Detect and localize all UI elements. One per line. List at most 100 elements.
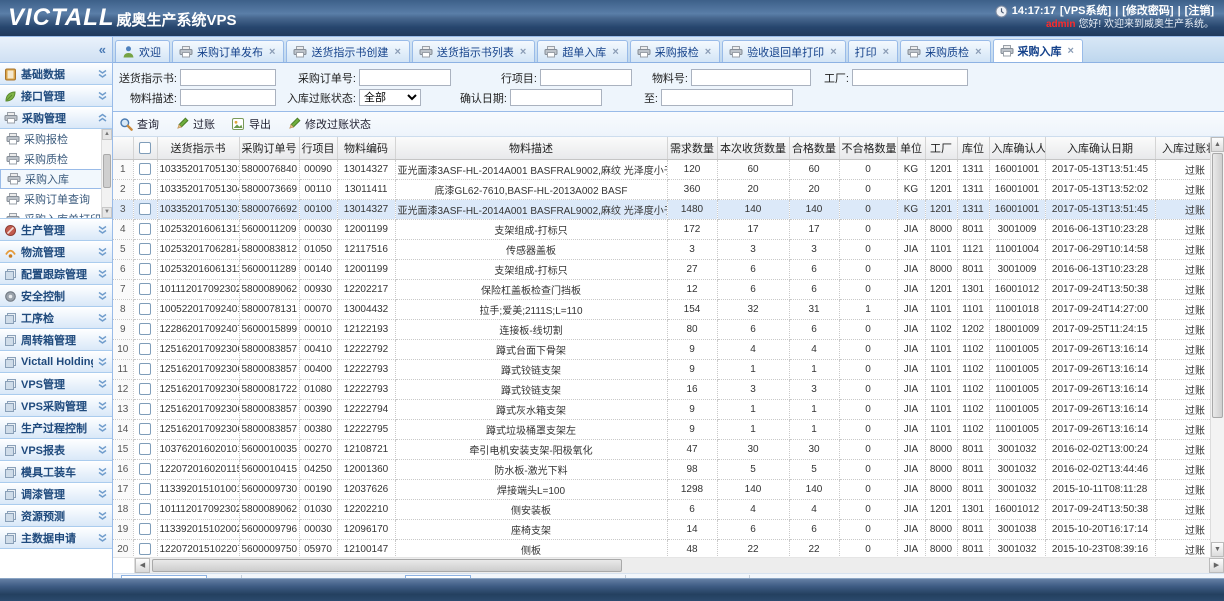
po-number-input[interactable] (359, 69, 451, 86)
table-row[interactable]: 610253201606131156000112890014012001199支… (113, 259, 1224, 279)
sidebar-item-采购质检[interactable]: 采购质检 (0, 149, 112, 169)
link-change-password[interactable]: [修改密码] (1122, 4, 1173, 18)
table-row[interactable]: 1412516201709230658000838570038012222795… (113, 419, 1224, 439)
row-checkbox[interactable] (139, 403, 151, 415)
confirm-date-from-input[interactable] (510, 89, 602, 106)
column-header-库位[interactable]: 库位 (957, 137, 989, 159)
modify-posting-status-button[interactable]: 修改过账状态 (287, 116, 371, 132)
post-button[interactable]: 过账 (175, 116, 215, 132)
row-checkbox[interactable] (139, 383, 151, 395)
row-checkbox[interactable] (139, 423, 151, 435)
table-row[interactable]: 1012516201709230658000838570041012222792… (113, 339, 1224, 359)
column-header-采购订单号[interactable]: 采购订单号 (239, 137, 299, 159)
posting-status-select[interactable]: 全部 (359, 89, 421, 106)
tab-close-icon[interactable]: × (1068, 45, 1074, 57)
column-header-物料描述[interactable]: 物料描述 (395, 137, 667, 159)
row-checkbox[interactable] (139, 543, 151, 555)
column-header-本次收货数量[interactable]: 本次收货数量 (717, 137, 789, 159)
sidebar-item-采购入库[interactable]: 采购入库 (0, 169, 112, 189)
horizontal-scroll-thumb[interactable] (152, 559, 622, 572)
confirm-date-to-input[interactable] (661, 89, 793, 106)
vertical-scroll-thumb[interactable] (1212, 153, 1223, 418)
tab-送货指示书列表[interactable]: 送货指示书列表× (412, 40, 535, 62)
table-row[interactable]: 1510376201602010156000100350027012108721… (113, 439, 1224, 459)
material-no-input[interactable] (691, 69, 811, 86)
sidebar-group-接口管理[interactable]: 接口管理 (0, 85, 112, 107)
row-checkbox[interactable] (139, 303, 151, 315)
column-header-入库确认日期[interactable]: 入库确认日期 (1045, 137, 1155, 159)
tab-close-icon[interactable]: × (394, 46, 400, 58)
table-row[interactable]: 110335201705130158000768400009013014327亚… (113, 159, 1224, 179)
table-row[interactable]: 1312516201709230658000838570039012222794… (113, 399, 1224, 419)
sidebar-group-VPS采购管理[interactable]: VPS采购管理 (0, 395, 112, 417)
table-row[interactable]: 912286201709240756000158990001012122193连… (113, 319, 1224, 339)
row-checkbox[interactable] (139, 523, 151, 535)
column-header-物料编码[interactable]: 物料编码 (337, 137, 395, 159)
row-checkbox[interactable] (139, 263, 151, 275)
tab-采购质检[interactable]: 采购质检× (900, 40, 990, 62)
query-button[interactable]: 查询 (119, 116, 159, 132)
table-row[interactable]: 410253201606131156000112090003012001199支… (113, 219, 1224, 239)
sidebar-group-采购管理[interactable]: 采购管理 (0, 107, 112, 129)
sidebar-group-安全控制[interactable]: 安全控制 (0, 285, 112, 307)
row-checkbox[interactable] (139, 443, 151, 455)
table-row[interactable]: 2012207201510220756000097500597012100147… (113, 539, 1224, 557)
table-row[interactable]: 810052201709240158000781310007013004432拉… (113, 299, 1224, 319)
sidebar-collapse-button[interactable]: « (99, 42, 106, 57)
tab-close-icon[interactable]: × (520, 46, 526, 58)
tab-采购订单发布[interactable]: 采购订单发布× (172, 40, 284, 62)
row-checkbox[interactable] (139, 483, 151, 495)
tab-超单入库[interactable]: 超单入库× (537, 40, 627, 62)
submenu-scroll-thumb[interactable] (103, 154, 111, 188)
sidebar-group-工序检[interactable]: 工序检 (0, 307, 112, 329)
tab-欢迎[interactable]: 欢迎 (115, 40, 170, 62)
select-all-checkbox[interactable] (139, 142, 151, 154)
row-checkbox[interactable] (139, 343, 151, 355)
column-header-行项目[interactable]: 行项目 (299, 137, 337, 159)
tab-close-icon[interactable]: × (612, 46, 618, 58)
tab-送货指示书创建[interactable]: 送货指示书创建× (286, 40, 409, 62)
tab-close-icon[interactable]: × (883, 46, 889, 58)
sidebar-group-生产过程控制[interactable]: 生产过程控制 (0, 417, 112, 439)
line-item-input[interactable] (540, 69, 632, 86)
tab-close-icon[interactable]: × (269, 46, 275, 58)
column-header-单位[interactable]: 单位 (897, 137, 925, 159)
column-header-入库确认人[interactable]: 入库确认人 (989, 137, 1045, 159)
horizontal-scroll-track[interactable] (150, 558, 1209, 573)
scroll-down-arrow[interactable]: ▼ (1211, 542, 1224, 557)
row-checkbox[interactable] (139, 323, 151, 335)
material-desc-input[interactable] (180, 89, 276, 106)
column-header-合格数量[interactable]: 合格数量 (789, 137, 839, 159)
column-header-工厂[interactable]: 工厂 (925, 137, 957, 159)
tab-验收退回单打印[interactable]: 验收退回单打印× (722, 40, 845, 62)
tab-采购入库[interactable]: 采购入库× (993, 39, 1083, 62)
column-header-送货指示书[interactable]: 送货指示书 (157, 137, 239, 159)
link-vps-system[interactable]: [VPS系统] (1060, 4, 1111, 18)
table-row[interactable]: 1810111201709230258000890620103012202210… (113, 499, 1224, 519)
horizontal-scrollbar[interactable]: ◀ ▶ (113, 557, 1224, 573)
sidebar-group-模具工装车[interactable]: 模具工装车 (0, 461, 112, 483)
row-checkbox[interactable] (139, 363, 151, 375)
table-row[interactable]: 310335201705130158000766920010013014327亚… (113, 199, 1224, 219)
scroll-left-arrow[interactable]: ◀ (135, 558, 150, 573)
row-checkbox[interactable] (139, 503, 151, 515)
sidebar-group-物流管理[interactable]: 物流管理 (0, 241, 112, 263)
row-checkbox[interactable] (139, 223, 151, 235)
sidebar-group-VPS报表[interactable]: VPS报表 (0, 439, 112, 461)
row-checkbox[interactable] (139, 203, 151, 215)
scroll-right-arrow[interactable]: ▶ (1209, 558, 1224, 573)
sidebar-group-资源预测[interactable]: 资源预测 (0, 505, 112, 527)
submenu-scroll-up[interactable]: ▲ (102, 129, 112, 140)
sidebar-group-主数据申请[interactable]: 主数据申请 (0, 527, 112, 549)
tab-close-icon[interactable]: × (705, 46, 711, 58)
sidebar-item-采购订单查询[interactable]: 采购订单查询 (0, 189, 112, 209)
table-row[interactable]: 1911339201510200256000097960003012096170… (113, 519, 1224, 539)
plant-input[interactable] (852, 69, 968, 86)
link-logout[interactable]: [注销] (1185, 4, 1214, 18)
sidebar-group-周转箱管理[interactable]: 周转箱管理 (0, 329, 112, 351)
sidebar-group-VPS管理[interactable]: VPS管理 (0, 373, 112, 395)
sidebar-group-生产管理[interactable]: 生产管理 (0, 219, 112, 241)
tab-打印[interactable]: 打印× (848, 40, 898, 62)
sidebar-group-配置跟踪管理[interactable]: 配置跟踪管理 (0, 263, 112, 285)
vertical-scrollbar[interactable]: ▲ ▼ (1210, 137, 1224, 557)
